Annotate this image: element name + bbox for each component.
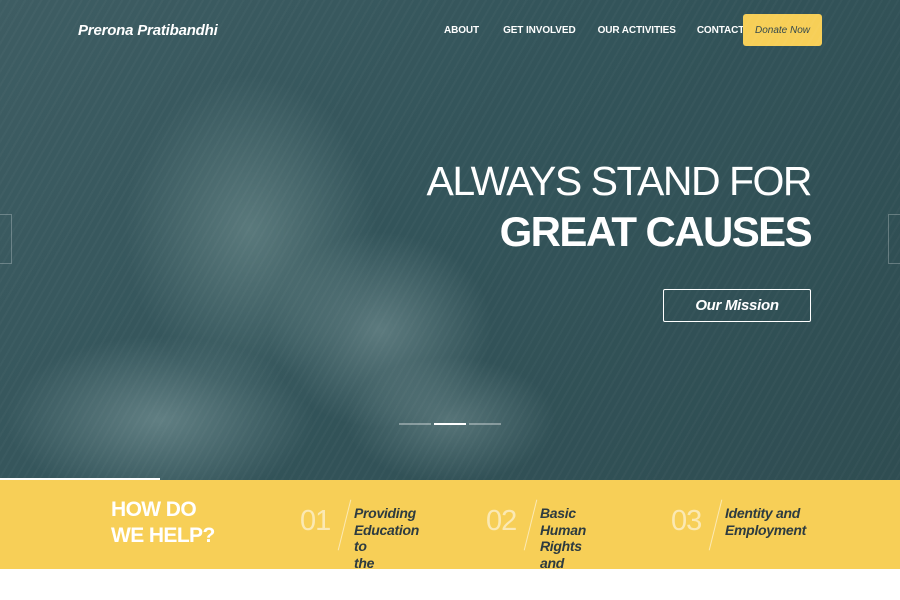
nav-item-get-involved[interactable]: GET INVOLVED [503,25,576,36]
hero-banner: Prerona Pratibandhi ABOUT GET INVOLVED O… [0,0,900,480]
slider-dot-3[interactable] [469,423,501,425]
site-logo[interactable]: Prerona Pratibandhi [78,22,218,39]
nav-item-our-activities[interactable]: OUR ACTIVITIES [598,25,676,36]
slash-divider [523,499,538,551]
nav-item-contact[interactable]: CONTACT [697,25,745,36]
slider-indicators [399,423,504,425]
main-nav: ABOUT GET INVOLVED OUR ACTIVITIES CONTAC… [444,25,768,36]
our-mission-button[interactable]: Our Mission [663,289,811,322]
help-item-number: 03 [671,505,702,537]
hero-headline-line1: ALWAYS STAND FOR [426,158,812,204]
help-item-number: 02 [486,505,517,537]
how-we-help-title: HOW DO WE HELP? [111,498,215,547]
slash-divider [337,499,352,551]
page-bottom-area [0,569,900,600]
help-item-text[interactable]: Identity and Employment [725,505,806,538]
slider-dot-1[interactable] [399,423,431,425]
slash-divider [708,499,723,551]
donate-now-button[interactable]: Donate Now [743,14,822,46]
how-we-help-section: HOW DO WE HELP? 01 Providing Education t… [0,480,900,587]
nav-item-about[interactable]: ABOUT [444,25,479,36]
slider-dot-2[interactable] [434,423,466,425]
help-item-number: 01 [300,505,331,537]
hero-headline-line2: GREAT CAUSES [499,208,813,255]
slider-prev-arrow[interactable] [0,214,12,264]
slider-next-arrow[interactable] [888,214,900,264]
